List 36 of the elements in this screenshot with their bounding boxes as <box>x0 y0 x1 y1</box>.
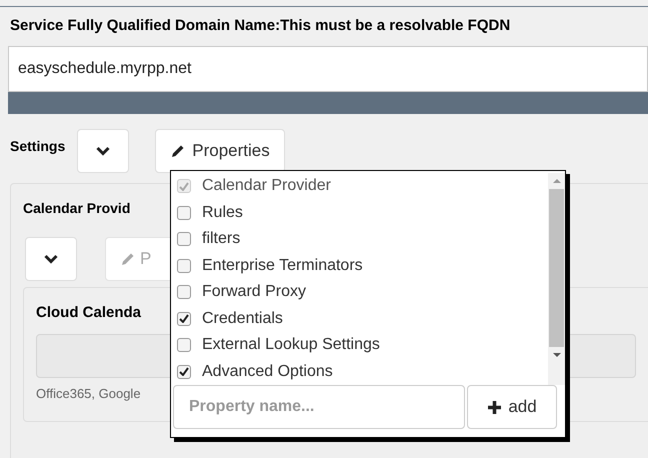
add-button[interactable]: add <box>467 385 557 429</box>
check-icon <box>179 314 189 324</box>
checkbox[interactable] <box>177 232 191 246</box>
property-option[interactable]: Credentials <box>177 306 548 332</box>
chevron-down-icon <box>96 146 110 156</box>
settings-label: Settings <box>10 137 66 156</box>
checkbox[interactable] <box>177 312 191 326</box>
fqdn-input-field[interactable]: easyschedule.myrpp.net <box>8 46 648 92</box>
pencil-icon <box>170 142 186 158</box>
property-name-input-field[interactable]: Property name... <box>173 385 465 429</box>
property-option[interactable]: Rules <box>177 200 548 226</box>
field-label: Service Fully Qualified Domain Name: <box>10 16 280 36</box>
check-icon <box>179 182 189 191</box>
property-option[interactable]: Enterprise Terminators <box>177 252 548 279</box>
field-hint: This must be a resolvable FQDN <box>280 16 510 36</box>
chevron-down-icon <box>44 254 58 264</box>
panel-title: Cloud Calenda <box>36 302 142 322</box>
checkbox[interactable] <box>177 206 191 220</box>
checkbox[interactable] <box>177 285 191 300</box>
check-icon <box>179 367 189 376</box>
scrollbar-thumb[interactable] <box>549 189 564 347</box>
expand-button[interactable] <box>77 128 130 172</box>
checkbox[interactable] <box>177 338 191 352</box>
properties-button[interactable]: Properties <box>155 128 285 172</box>
pencil-icon <box>120 250 136 266</box>
property-option[interactable]: Forward Proxy <box>177 279 548 306</box>
property-option[interactable]: External Lookup Settings <box>177 332 548 358</box>
plus-icon <box>487 400 502 414</box>
property-option[interactable]: Advanced Options <box>177 358 548 385</box>
help-text: Office365, Google <box>36 385 141 403</box>
checkbox[interactable] <box>177 258 191 273</box>
expand-button[interactable] <box>25 236 77 280</box>
panel-title: Calendar Provid <box>23 198 130 218</box>
scrollbar[interactable] <box>548 173 565 385</box>
checkbox[interactable] <box>177 364 191 379</box>
property-option[interactable]: filters <box>177 226 548 252</box>
